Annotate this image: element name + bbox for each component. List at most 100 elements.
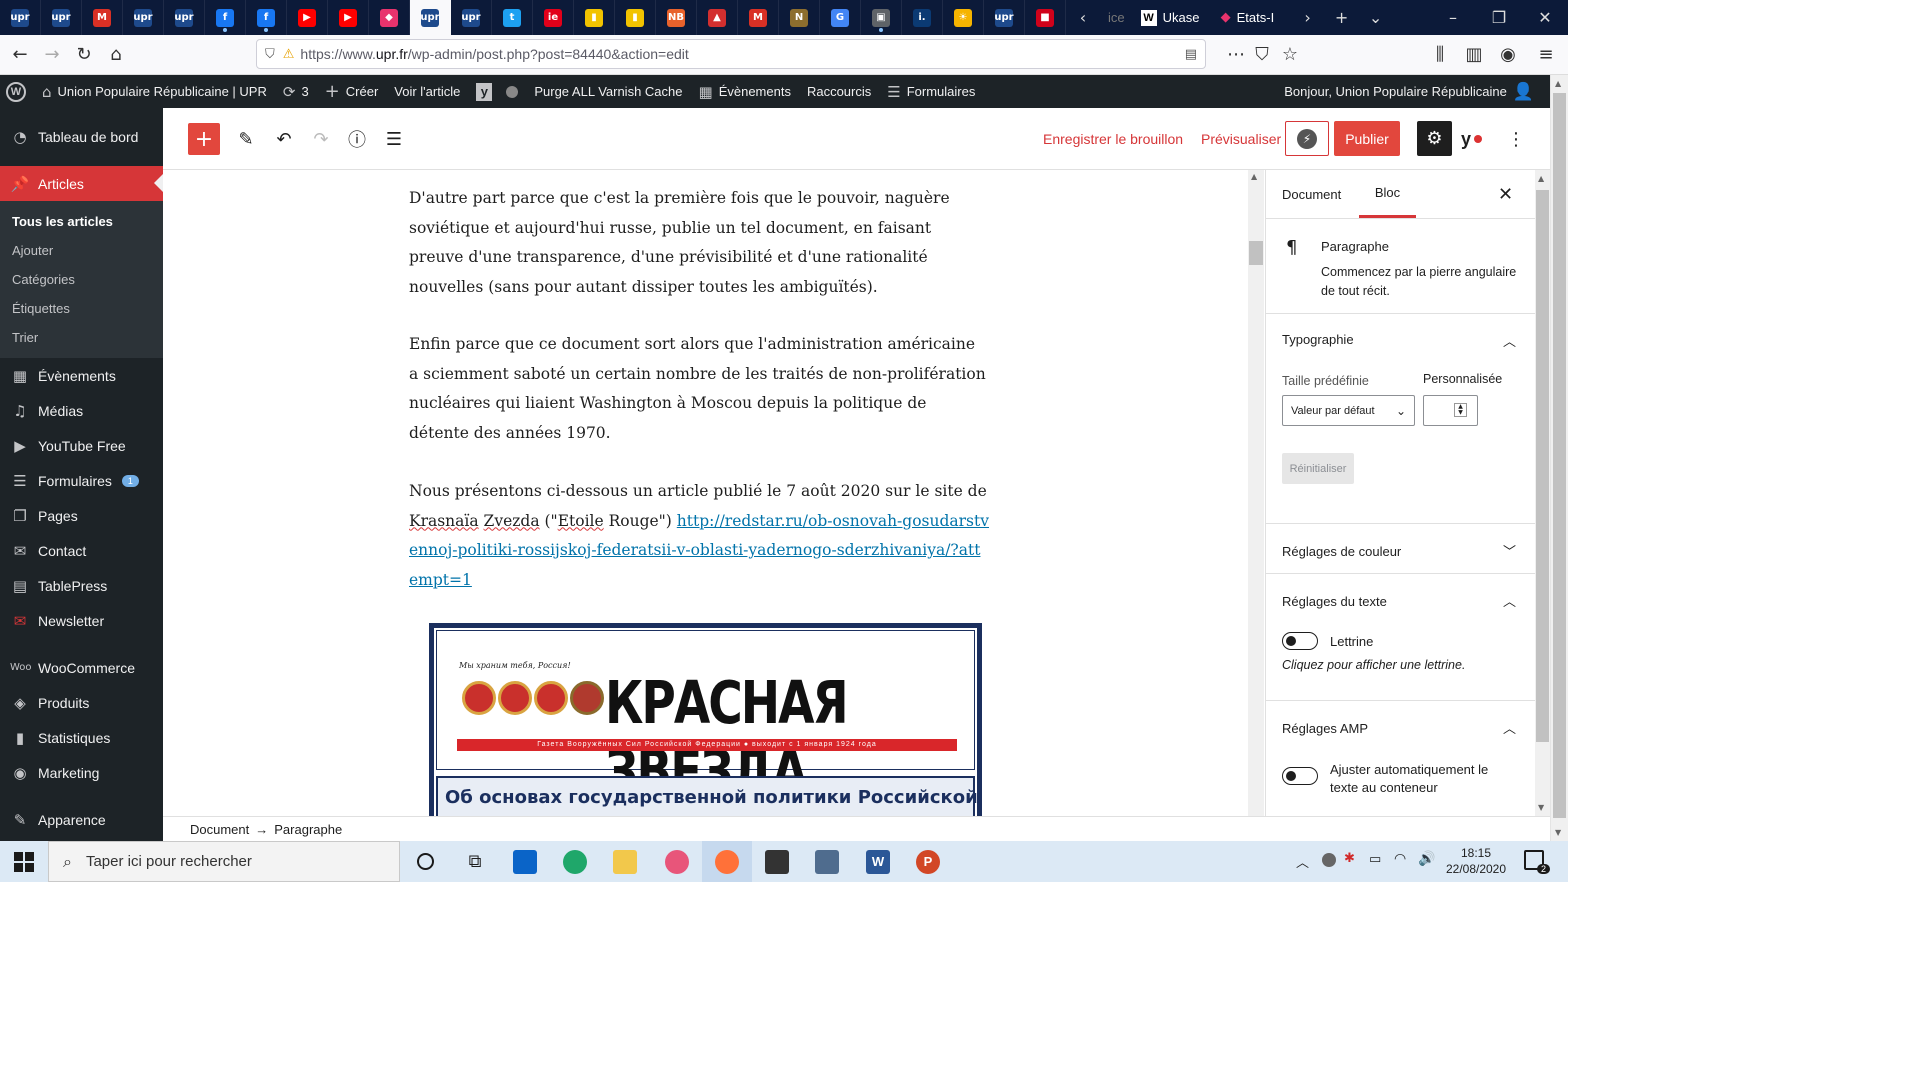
view-article-link[interactable]: Voir l'article <box>386 75 468 108</box>
events-link[interactable]: ▦ Évènements <box>691 75 799 108</box>
tab-block[interactable]: Bloc <box>1359 170 1416 218</box>
page-scrollbar[interactable]: ▲ ▼ <box>1550 75 1568 841</box>
info-button[interactable]: ⓘ <box>340 122 374 156</box>
app-tab[interactable]: ie <box>533 0 574 35</box>
browser-tab[interactable]: ◆ Etats-I <box>1213 0 1291 35</box>
sidebar-item-events[interactable]: ▦ Évènements <box>0 358 163 393</box>
sidebar-item-youtube[interactable]: ▶ YouTube Free <box>0 428 163 463</box>
tab-scroll-left-button[interactable]: ‹ <box>1066 0 1100 35</box>
tab-document[interactable]: Document <box>1282 170 1341 218</box>
browser-tab[interactable]: ice <box>1100 0 1133 35</box>
home-icon[interactable]: ⌂ <box>100 39 132 71</box>
translate-tab[interactable]: G <box>820 0 861 35</box>
reader-view-icon[interactable]: ▤ <box>1185 47 1197 62</box>
scroll-down-icon[interactable]: ▼ <box>1555 828 1561 837</box>
sidebar-item-products[interactable]: ◈ Produits <box>0 685 163 720</box>
insecure-lock-icon[interactable]: ⚠ <box>283 47 295 62</box>
redo-button[interactable]: ↷ <box>304 122 338 156</box>
app-tab[interactable]: i. <box>902 0 943 35</box>
wifi-icon[interactable]: ◠ <box>1394 851 1406 867</box>
site-name-link[interactable]: ⌂ Union Populaire Républicaine | UPR <box>34 75 275 108</box>
preview-button[interactable]: Prévisualiser <box>1201 131 1281 147</box>
chevron-up-icon[interactable]: ︿ <box>1503 331 1516 350</box>
new-tab-button[interactable]: + <box>1325 0 1359 35</box>
scroll-thumb[interactable] <box>1553 93 1566 818</box>
taskbar-explorer[interactable] <box>600 841 650 882</box>
list-tabs-button[interactable]: ⌄ <box>1359 0 1393 35</box>
submenu-tags[interactable]: Étiquettes <box>0 294 163 323</box>
chevron-down-icon[interactable]: ﹀ <box>1503 541 1516 560</box>
custom-size-input[interactable]: ▲ ▼ <box>1423 395 1478 426</box>
app-tab[interactable]: ■ <box>1025 0 1066 35</box>
scroll-down-icon[interactable]: ▼ <box>1538 803 1544 812</box>
app-tab[interactable]: ▮ <box>574 0 615 35</box>
reload-icon[interactable]: ↻ <box>68 39 100 71</box>
tab-scroll-right-button[interactable]: › <box>1291 0 1325 35</box>
sidebar-item-tablepress[interactable]: ▤ TablePress <box>0 568 163 603</box>
yoast-seo-button[interactable]: y <box>1461 126 1491 152</box>
submenu-sort[interactable]: Trier <box>0 323 163 352</box>
upr-tab[interactable]: upr <box>0 0 41 35</box>
sidebar-item-appearance[interactable]: ✎ Apparence <box>0 802 163 837</box>
app-tab[interactable]: ☀ <box>943 0 984 35</box>
url-bar[interactable]: ⛉ ⚠ https://www.upr.fr/wp-admin/post.php… <box>256 39 1206 69</box>
sidebar-item-stats[interactable]: ▮ Statistiques <box>0 720 163 755</box>
sidebar-item-newsletter[interactable]: ✉ Newsletter <box>0 603 163 638</box>
app-tab[interactable]: ▲ <box>697 0 738 35</box>
app-tab[interactable]: NB <box>656 0 697 35</box>
sidebar-item-woocommerce[interactable]: Woo WooCommerce <box>0 650 163 685</box>
facebook-tab[interactable]: f <box>246 0 287 35</box>
color-settings-toggle[interactable]: Réglages de couleur <box>1282 544 1401 559</box>
amp-button[interactable]: ⚡ <box>1285 121 1329 156</box>
library-icon[interactable]: ⫼ <box>1424 39 1456 71</box>
volume-icon[interactable]: 🔊 <box>1418 851 1435 867</box>
outline-button[interactable]: ☰ <box>377 122 411 156</box>
upr-tab[interactable]: upr <box>451 0 492 35</box>
sidebar-item-articles[interactable]: 📌 Articles <box>0 166 163 201</box>
paragraph-block[interactable]: D'autre part parce que c'est la première… <box>409 184 989 302</box>
chevron-up-icon[interactable]: ︿ <box>1503 718 1516 737</box>
upr-tab[interactable]: upr <box>41 0 82 35</box>
url-text[interactable]: https://www.upr.fr/wp-admin/post.php?pos… <box>300 46 688 62</box>
sidebar-item-dashboard[interactable]: ◔ Tableau de bord <box>0 108 163 166</box>
undo-button[interactable]: ↶ <box>267 122 301 156</box>
twitter-tab[interactable]: t <box>492 0 533 35</box>
forward-icon[interactable]: → <box>36 39 68 71</box>
submenu-categories[interactable]: Catégories <box>0 265 163 294</box>
youtube-tab[interactable]: ▶ <box>328 0 369 35</box>
battery-icon[interactable]: ▭ <box>1369 852 1381 867</box>
create-link[interactable]: + Créer <box>317 75 387 108</box>
browser-tab-wikipedia[interactable]: W Ukase <box>1133 0 1213 35</box>
updates-link[interactable]: ⟳ 3 <box>275 75 317 108</box>
amp-settings-toggle[interactable]: Réglages AMP <box>1282 721 1368 736</box>
taskbar-calculator[interactable] <box>802 841 852 882</box>
app-tab[interactable]: ▣ <box>861 0 902 35</box>
dropcap-toggle[interactable] <box>1282 632 1318 650</box>
restore-button[interactable]: ❐ <box>1476 0 1522 35</box>
youtube-tab[interactable]: ▶ <box>287 0 328 35</box>
app-tab[interactable]: ◆ <box>369 0 410 35</box>
scroll-thumb[interactable] <box>1536 190 1549 742</box>
close-window-button[interactable]: ✕ <box>1522 0 1568 35</box>
taskbar-search[interactable]: ⌕ Taper ici pour rechercher <box>48 841 400 882</box>
publish-button[interactable]: Publier <box>1334 121 1400 156</box>
scroll-up-icon[interactable]: ▲ <box>1555 79 1561 88</box>
panel-scrollbar[interactable]: ▲ ▼ <box>1535 170 1550 816</box>
menu-icon[interactable]: ≡ <box>1530 39 1562 71</box>
gmail-tab[interactable]: M <box>738 0 779 35</box>
close-panel-button[interactable]: ✕ <box>1498 184 1513 205</box>
more-options-button[interactable]: ⋮ <box>1499 122 1533 156</box>
taskbar-edge[interactable] <box>550 841 600 882</box>
paragraph-block[interactable]: Enfin parce que ce document sort alors q… <box>409 330 989 448</box>
text-settings-toggle[interactable]: Réglages du texte <box>1282 594 1387 609</box>
content-scrollbar[interactable]: ▲ <box>1248 170 1264 816</box>
taskbar-firefox[interactable] <box>702 841 752 882</box>
purge-cache-link[interactable]: Purge ALL Varnish Cache <box>526 75 690 108</box>
add-block-button[interactable]: + <box>188 123 220 155</box>
submenu-add[interactable]: Ajouter <box>0 236 163 265</box>
sidebar-item-forms[interactable]: ☰ Formulaires 1 <box>0 463 163 498</box>
typography-toggle[interactable]: Typographie <box>1282 332 1354 347</box>
scroll-up-icon[interactable]: ▲ <box>1538 174 1544 183</box>
sidebar-item-media[interactable]: ♫ Médias <box>0 393 163 428</box>
notification-center-button[interactable]: 2 <box>1524 850 1550 874</box>
